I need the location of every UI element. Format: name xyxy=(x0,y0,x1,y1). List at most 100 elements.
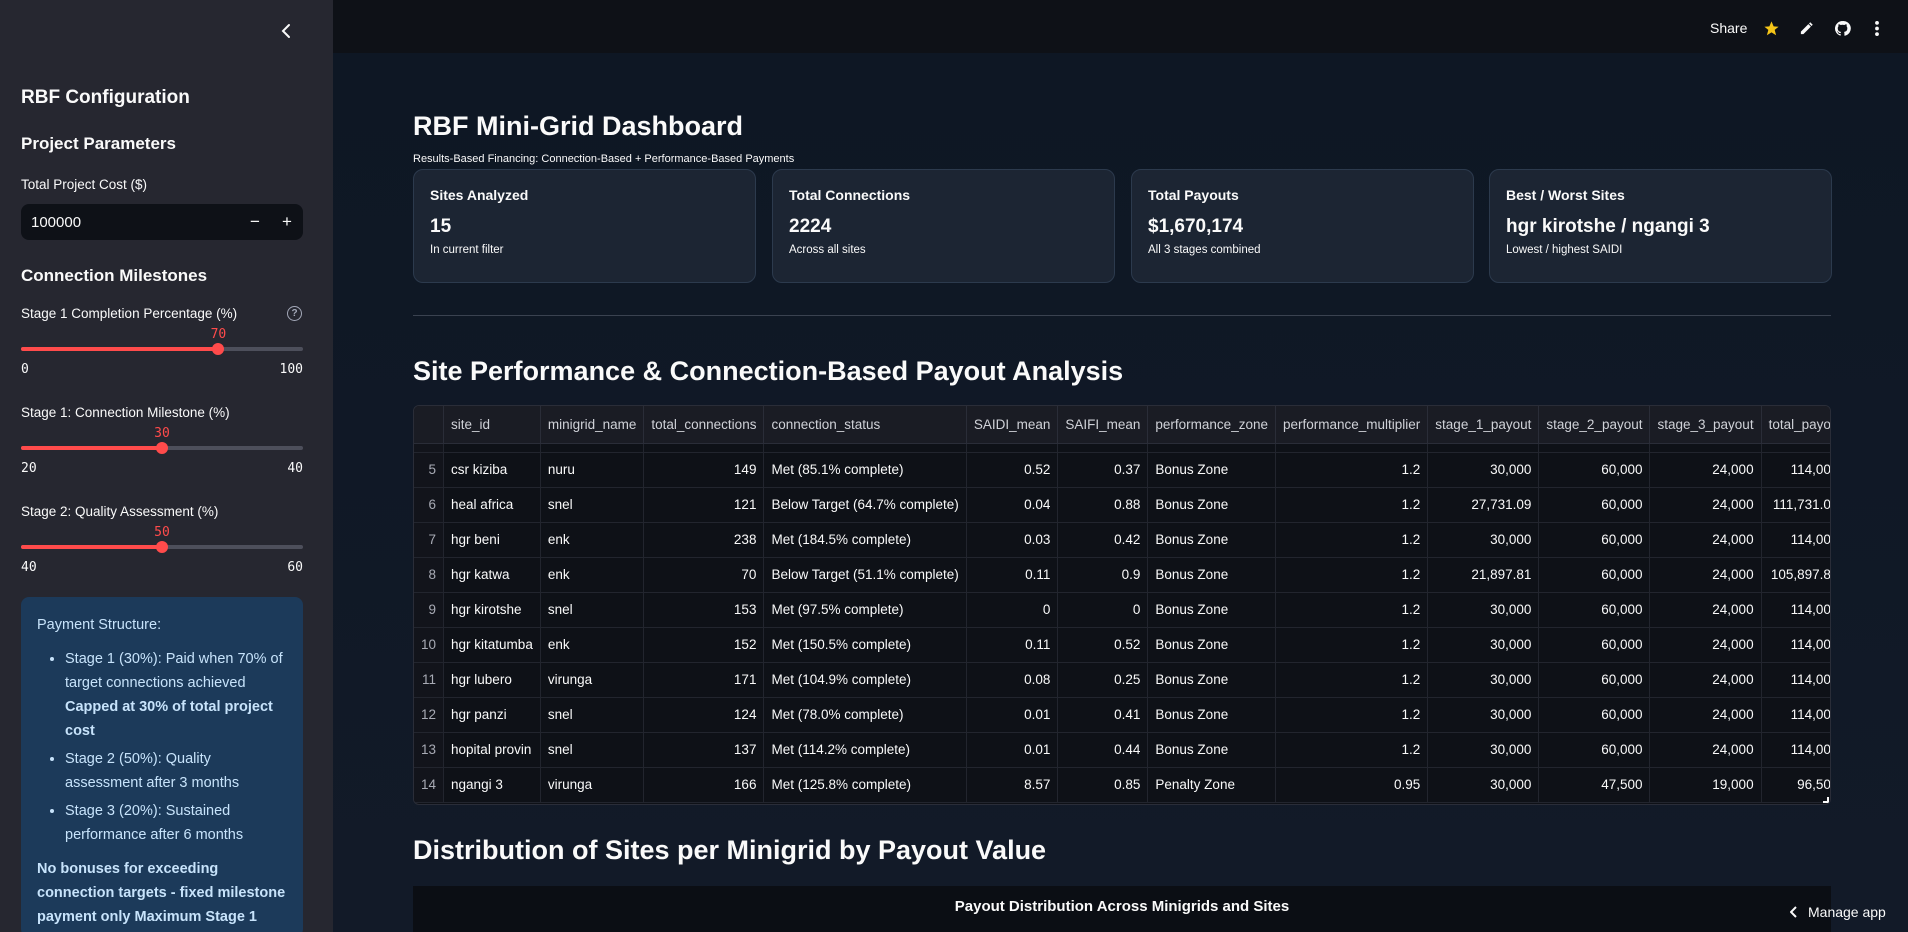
table-cell[interactable]: Bonus Zone xyxy=(1147,697,1276,733)
table-cell[interactable]: hgr lubero xyxy=(443,662,541,698)
table-cell[interactable]: 30,000 xyxy=(1427,522,1540,558)
table-cell[interactable]: Met (104.9% complete) xyxy=(763,662,967,698)
table-cell[interactable]: 1.2 xyxy=(1275,697,1429,733)
table-cell[interactable]: 149 xyxy=(643,452,765,488)
table-cell[interactable]: 114,00 xyxy=(1761,452,1830,488)
table-cell[interactable]: 114,00 xyxy=(1761,522,1830,558)
row-index[interactable]: 7 xyxy=(414,522,445,558)
table-cell[interactable]: 30,000 xyxy=(1427,732,1540,768)
star-icon[interactable] xyxy=(1762,19,1780,37)
table-cell[interactable]: 1.2 xyxy=(1275,522,1429,558)
table-cell[interactable]: 19,000 xyxy=(1649,767,1762,803)
table-cell[interactable]: 114,00 xyxy=(1761,732,1830,768)
table-cell[interactable]: enk xyxy=(540,557,645,593)
table-cell[interactable]: 105,897.8 xyxy=(1761,557,1830,593)
table-cell[interactable]: 1.2 xyxy=(1275,487,1429,523)
help-icon[interactable]: ? xyxy=(287,306,302,321)
table-cell[interactable]: 114,00 xyxy=(1761,627,1830,663)
table-cell[interactable]: 0.52 xyxy=(1057,627,1149,663)
table-cell[interactable]: 21,897.81 xyxy=(1427,557,1540,593)
site-performance-table[interactable]: site_id minigrid_name total_connections con… xyxy=(413,405,1831,805)
row-index[interactable]: 8 xyxy=(414,557,445,593)
table-cell[interactable]: Bonus Zone xyxy=(1147,452,1276,488)
row-index[interactable]: 14 xyxy=(414,767,445,803)
table-cell[interactable]: heal africa xyxy=(443,487,541,523)
table-cell[interactable]: nuru xyxy=(540,452,645,488)
table-cell[interactable]: Met (150.5% complete) xyxy=(763,627,967,663)
slider-thumb[interactable] xyxy=(156,541,168,553)
table-cell[interactable]: Below Target (51.1% complete) xyxy=(763,557,967,593)
row-index[interactable]: 12 xyxy=(414,697,445,733)
table-cell[interactable]: Bonus Zone xyxy=(1147,557,1276,593)
table-cell[interactable]: 1.2 xyxy=(1275,592,1429,628)
table-row[interactable]: 6 heal africa snel 121 Below Target (64.7% c… xyxy=(414,487,1830,523)
table-cell[interactable]: Met (97.5% complete) xyxy=(763,592,967,628)
table-resize-handle[interactable] xyxy=(1823,797,1829,803)
table-cell[interactable]: 0.52 xyxy=(966,452,1059,488)
total-cost-value[interactable]: 100000 xyxy=(21,214,239,231)
table-cell[interactable]: 60,000 xyxy=(1538,522,1651,558)
row-index[interactable]: 13 xyxy=(414,732,445,768)
table-cell[interactable]: 0.95 xyxy=(1275,767,1429,803)
total-cost-input[interactable]: 100000 − + xyxy=(21,204,303,240)
table-row[interactable]: 5 csr kiziba nuru 149 Met (85.1% complete) 0.… xyxy=(414,452,1830,488)
table-cell[interactable]: 0.04 xyxy=(966,487,1059,523)
table-cell[interactable]: Below Target (64.7% complete) xyxy=(763,487,967,523)
table-cell[interactable]: 153 xyxy=(643,592,765,628)
table-cell[interactable]: 0.08 xyxy=(966,662,1059,698)
table-cell[interactable]: hgr beni xyxy=(443,522,541,558)
table-cell[interactable]: 60,000 xyxy=(1538,452,1651,488)
table-cell[interactable]: 30,000 xyxy=(1427,662,1540,698)
table-cell[interactable]: 8.57 xyxy=(966,767,1059,803)
table-cell[interactable]: snel xyxy=(540,697,645,733)
stage2-quality-slider[interactable]: 50 40 60 xyxy=(21,525,303,585)
table-cell[interactable]: 111,731.0 xyxy=(1761,487,1830,523)
share-button[interactable]: Share xyxy=(1710,20,1747,36)
table-cell[interactable]: Met (125.8% complete) xyxy=(763,767,967,803)
table-cell[interactable]: 0.37 xyxy=(1057,452,1149,488)
table-row[interactable]: 11 hgr lubero virunga 171 Met (104.9% comple… xyxy=(414,662,1830,698)
table-cell[interactable]: 0.01 xyxy=(966,697,1059,733)
table-cell[interactable]: 124 xyxy=(643,697,765,733)
column-header-total-connections[interactable]: total_connections xyxy=(643,406,765,444)
table-cell[interactable]: 30,000 xyxy=(1427,697,1540,733)
table-cell[interactable]: Met (184.5% complete) xyxy=(763,522,967,558)
table-cell[interactable]: snel xyxy=(540,487,645,523)
data-grid[interactable]: site_id minigrid_name total_connections con… xyxy=(414,406,1830,803)
stage1-completion-slider[interactable]: 70 0 100 xyxy=(21,327,303,387)
table-cell[interactable]: snel xyxy=(540,592,645,628)
column-header-minigrid-name[interactable]: minigrid_name xyxy=(540,406,645,444)
table-cell[interactable]: Bonus Zone xyxy=(1147,522,1276,558)
table-cell[interactable]: Met (114.2% complete) xyxy=(763,732,967,768)
table-cell[interactable]: 60,000 xyxy=(1538,697,1651,733)
table-cell[interactable]: 121 xyxy=(643,487,765,523)
table-cell[interactable]: snel xyxy=(540,732,645,768)
table-row[interactable]: 13 hopital provin snel 137 Met (114.2% compl… xyxy=(414,732,1830,768)
table-cell[interactable]: 24,000 xyxy=(1649,732,1762,768)
row-index[interactable]: 6 xyxy=(414,487,445,523)
column-header-stage-1-payout[interactable]: stage_1_payout xyxy=(1427,406,1540,444)
table-cell[interactable]: 0 xyxy=(1057,592,1149,628)
table-cell[interactable]: 0.88 xyxy=(1057,487,1149,523)
table-cell[interactable]: hopital provin xyxy=(443,732,541,768)
table-cell[interactable]: 114,00 xyxy=(1761,662,1830,698)
table-cell[interactable]: virunga xyxy=(540,767,645,803)
table-cell[interactable]: 171 xyxy=(643,662,765,698)
table-cell[interactable]: 0.41 xyxy=(1057,697,1149,733)
table-row[interactable]: 9 hgr kirotshe snel 153 Met (97.5% complete)… xyxy=(414,592,1830,628)
table-cell[interactable]: 0.85 xyxy=(1057,767,1149,803)
table-cell[interactable]: Met (85.1% complete) xyxy=(763,452,967,488)
row-index[interactable]: 5 xyxy=(414,452,445,488)
column-header-stage-2-payout[interactable]: stage_2_payout xyxy=(1538,406,1651,444)
column-header-performance-multiplier[interactable]: performance_multiplier xyxy=(1275,406,1429,444)
table-cell[interactable]: 24,000 xyxy=(1649,627,1762,663)
table-cell[interactable]: 24,000 xyxy=(1649,697,1762,733)
table-cell[interactable]: 24,000 xyxy=(1649,662,1762,698)
table-cell[interactable]: 0.03 xyxy=(966,522,1059,558)
table-cell[interactable]: 0.9 xyxy=(1057,557,1149,593)
table-cell[interactable]: 30,000 xyxy=(1427,592,1540,628)
table-cell[interactable]: Met (78.0% complete) xyxy=(763,697,967,733)
table-cell[interactable]: enk xyxy=(540,627,645,663)
table-cell[interactable]: Bonus Zone xyxy=(1147,592,1276,628)
table-cell[interactable]: 166 xyxy=(643,767,765,803)
